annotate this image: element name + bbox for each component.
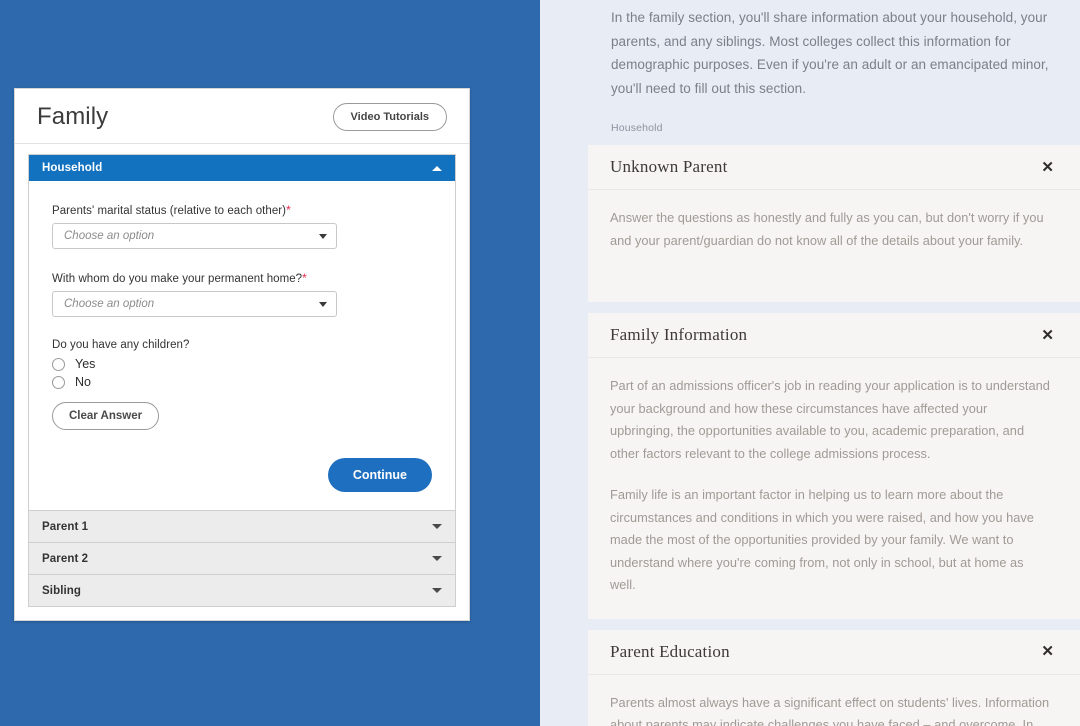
chevron-down-icon — [432, 556, 442, 561]
help-paragraph: Answer the questions as honestly and ful… — [610, 210, 1044, 248]
radio-option-yes[interactable]: Yes — [52, 357, 432, 371]
field-label: Parents' marital status (relative to eac… — [52, 203, 432, 217]
help-card-header: Family Information ✕ — [588, 313, 1080, 358]
chevron-down-icon — [432, 588, 442, 593]
field-label-text: Parents' marital status (relative to eac… — [52, 205, 287, 217]
field-has-children: Do you have any children? Yes No Clear A… — [52, 339, 432, 430]
field-label: With whom do you make your permanent hom… — [52, 271, 432, 285]
marital-status-select[interactable]: Choose an option — [52, 223, 337, 249]
select-placeholder: Choose an option — [64, 298, 155, 310]
help-card-title: Parent Education — [610, 641, 730, 661]
close-icon[interactable]: ✕ — [1041, 644, 1054, 659]
accordion-header-label: Household — [42, 162, 103, 174]
accordion-header-label: Parent 2 — [42, 552, 89, 565]
accordion-list: Household Parents' marital status (relat… — [15, 144, 469, 620]
help-paragraph: Family life is an important factor in he… — [610, 487, 1034, 592]
video-tutorials-button[interactable]: Video Tutorials — [332, 103, 447, 131]
permanent-home-select[interactable]: Choose an option — [52, 291, 337, 317]
page-title: Family — [37, 103, 109, 130]
field-parents-marital-status: Parents' marital status (relative to eac… — [52, 203, 432, 249]
chevron-down-icon — [432, 524, 442, 529]
continue-row: Continue — [52, 458, 432, 492]
accordion-header-label: Parent 1 — [42, 520, 89, 533]
radio-option-label: No — [75, 375, 91, 389]
help-card-header: Parent Education ✕ — [588, 630, 1080, 675]
app-root: Family Video Tutorials Household Parents… — [0, 0, 1080, 726]
help-card-body: Parents almost always have a significant… — [588, 675, 1080, 726]
help-card-title: Unknown Parent — [610, 157, 728, 176]
children-radio-group: Yes No — [52, 357, 432, 389]
accordion-header-household[interactable]: Household — [29, 155, 455, 181]
radio-icon — [52, 375, 65, 389]
required-asterisk: * — [286, 203, 291, 217]
required-asterisk: * — [302, 271, 307, 285]
help-card-header: Unknown Parent ✕ — [588, 145, 1080, 190]
chevron-up-icon[interactable] — [432, 165, 442, 171]
help-card-unknown-parent: Unknown Parent ✕ Answer the questions as… — [588, 145, 1080, 302]
help-card-body: Answer the questions as honestly and ful… — [588, 190, 1080, 302]
accordion-section-parent-2[interactable]: Parent 2 — [28, 543, 456, 575]
radio-icon — [52, 357, 65, 371]
family-form-card: Family Video Tutorials Household Parents… — [14, 88, 470, 621]
field-permanent-home: With whom do you make your permanent hom… — [52, 271, 432, 317]
select-placeholder: Choose an option — [64, 230, 155, 242]
accordion-section-sibling[interactable]: Sibling — [28, 575, 456, 607]
radio-option-label: Yes — [75, 357, 96, 371]
radio-option-no[interactable]: No — [52, 375, 432, 389]
accordion-header-label: Sibling — [42, 584, 82, 597]
help-rail[interactable]: In the family section, you'll share info… — [540, 0, 1080, 726]
accordion-section-parent-1[interactable]: Parent 1 — [28, 511, 456, 543]
help-card-parent-education: Parent Education ✕ Parents almost always… — [588, 629, 1080, 726]
rail-intro-text: In the family section, you'll share info… — [611, 10, 1049, 96]
field-label-text: With whom do you make your permanent hom… — [52, 273, 303, 285]
help-paragraph: Part of an admissions officer's job in r… — [610, 378, 1050, 461]
field-label: Do you have any children? — [52, 339, 190, 351]
continue-button[interactable]: Continue — [327, 458, 432, 492]
chevron-down-icon — [319, 233, 327, 239]
clear-answer-button[interactable]: Clear Answer — [52, 402, 160, 430]
rail-section-label: Household — [611, 122, 663, 134]
household-form-body: Parents' marital status (relative to eac… — [29, 181, 455, 510]
close-icon[interactable]: ✕ — [1041, 328, 1054, 343]
help-card-family-information: Family Information ✕ Part of an admissio… — [588, 313, 1080, 619]
accordion-section-household: Household Parents' marital status (relat… — [28, 154, 456, 511]
form-header: Family Video Tutorials — [15, 89, 469, 144]
help-paragraph: Parents almost always have a significant… — [610, 694, 1050, 726]
close-icon[interactable]: ✕ — [1041, 160, 1054, 175]
help-card-title: Family Information — [610, 325, 748, 344]
help-card-body: Part of an admissions officer's job in r… — [588, 358, 1080, 619]
chevron-down-icon — [319, 301, 327, 307]
